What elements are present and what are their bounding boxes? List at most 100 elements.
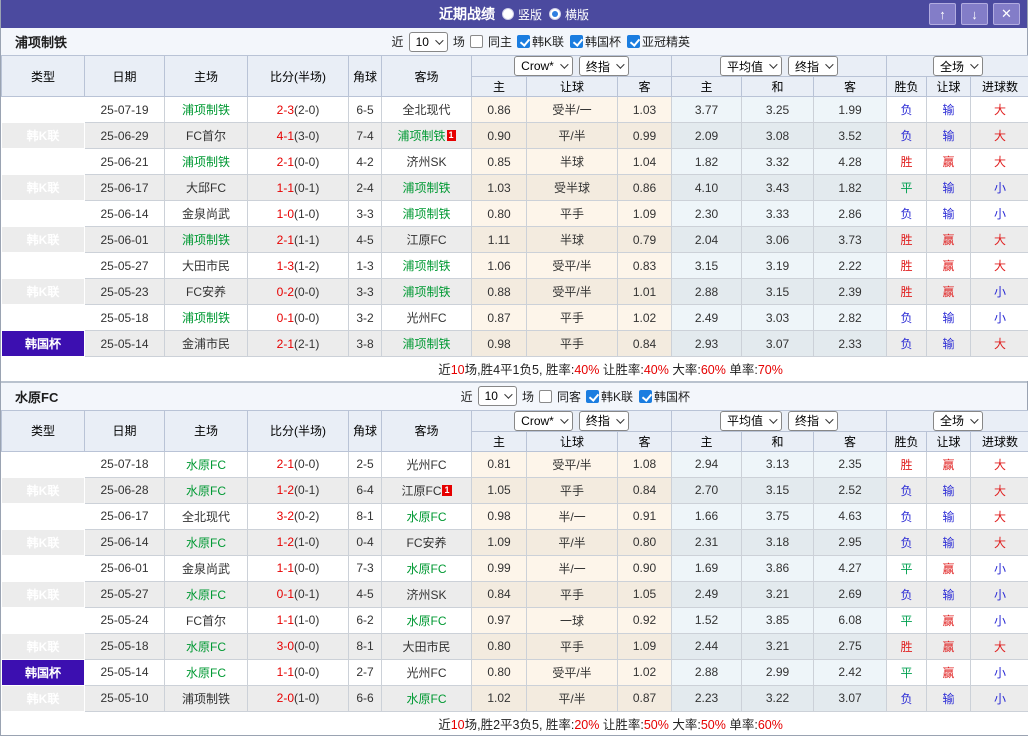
same-venue-checkbox[interactable] (469, 35, 483, 48)
match-row: 韩K联 25-05-24 FC首尔 1-1(1-0) 6-2 水原FC 0.97 一球 0.92… (1, 606, 1028, 634)
league-filter-checkbox[interactable] (638, 389, 652, 403)
bookmaker-select[interactable]: Crow* (514, 56, 573, 76)
league-badge: 韩K联 (1, 174, 85, 201)
result-goals: 大 (970, 502, 1028, 530)
league-filter-checkbox[interactable] (626, 35, 640, 48)
away-odds: 0.87 (617, 684, 672, 712)
league-filter-checkbox[interactable] (569, 35, 583, 48)
avg-home-odds: 1.69 (671, 554, 742, 582)
avg-away-odds: 2.22 (812, 252, 888, 279)
match-row: 韩K联 25-06-21 浦项制铁 2-1(0-0) 4-2 济州SK 0.85 半球 1.04… (1, 148, 1028, 175)
result-wdl: 胜 (886, 148, 928, 175)
away-team: 江原FC (381, 226, 472, 253)
away-odds: 1.01 (617, 278, 672, 305)
home-odds: 0.80 (471, 200, 527, 227)
result-wdl: 负 (886, 304, 928, 331)
league-badge: 韩国杯 (1, 330, 85, 357)
league-filter-checkbox[interactable] (516, 35, 530, 48)
chevron-down-icon (825, 414, 834, 424)
same-venue-checkbox[interactable] (538, 389, 552, 403)
avg-draw-odds: 3.07 (741, 330, 814, 357)
col-type: 类型 (1, 409, 85, 452)
col-odds-away: 客 (617, 430, 672, 452)
col-corner: 角球 (348, 409, 382, 452)
avg-draw-odds: 3.43 (741, 174, 814, 201)
close-button[interactable]: ✕ (993, 3, 1020, 25)
corner-score: 4-2 (348, 148, 382, 175)
match-score: 0-1(0-1) (247, 580, 349, 608)
avg-select[interactable]: 平均值 (719, 56, 782, 76)
league-filter-checkbox[interactable] (585, 389, 599, 403)
home-odds: 0.90 (471, 122, 527, 149)
radio-vertical-icon[interactable] (501, 8, 514, 20)
recent-results-window: 近期战绩 竖版 横版 ↑ ↓ ✕ 浦项制铁 近 10 场 同主 韩K联 韩国杯 … (0, 0, 1028, 736)
league-filter-label: 韩K联 (600, 389, 633, 404)
avg-group-header: 平均值 终指 (670, 409, 888, 432)
result-goals: 大 (970, 122, 1028, 149)
games-count-select[interactable]: 10 (477, 386, 517, 406)
avg-select[interactable]: 平均值 (719, 411, 782, 430)
league-badge: 韩K联 (1, 502, 85, 530)
layout-radio-horizontal[interactable]: 横版 (549, 6, 589, 23)
radio-horizontal-label: 横版 (565, 7, 590, 22)
away-team: 浦项制铁 (381, 252, 472, 279)
home-odds: 0.98 (471, 330, 527, 357)
avg-away-odds: 2.52 (812, 476, 888, 504)
bookmaker-select[interactable]: Crow* (514, 411, 573, 430)
result-wdl: 平 (886, 174, 928, 201)
match-date: 25-05-23 (84, 278, 165, 305)
away-odds: 1.09 (617, 200, 672, 227)
corner-score: 0-4 (348, 528, 382, 556)
home-team: 水原FC (164, 632, 248, 660)
result-group-header: 全场 (886, 55, 1028, 77)
away-team: 浦项制铁 (381, 330, 472, 357)
away-team: 浦项制铁 1 (381, 122, 472, 149)
avg-home-odds: 2.09 (671, 122, 742, 149)
move-up-button[interactable]: ↑ (929, 3, 956, 25)
result-wdl: 负 (886, 476, 928, 504)
result-handicap: 赢 (926, 632, 972, 660)
result-wdl: 胜 (886, 450, 928, 478)
match-row: 韩K联 25-07-19 浦项制铁 2-3(2-0) 6-5 全北现代 0.86 受半/一 1.… (1, 96, 1028, 123)
layout-radio-vertical[interactable]: 竖版 (501, 6, 542, 23)
handicap-line: 受半球 (526, 174, 618, 201)
col-type: 类型 (1, 55, 85, 97)
avg-time-select[interactable]: 终指 (788, 56, 839, 76)
handicap-line: 半/一 (526, 502, 618, 530)
chevron-down-icon (559, 414, 569, 424)
league-badge: 韩K联 (1, 148, 85, 175)
home-team: 水原FC (164, 528, 248, 556)
games-count-select[interactable]: 10 (408, 31, 448, 52)
league-filter-label: 亚冠精英 (641, 35, 690, 49)
corner-score: 2-7 (348, 658, 382, 686)
match-row: 韩K联 25-05-10 浦项制铁 2-0(1-0) 6-6 水原FC 1.02 平/半 0.8… (1, 684, 1028, 712)
home-team: FC安养 (164, 278, 248, 305)
match-score: 1-1(0-0) (247, 658, 349, 686)
chevron-down-icon (559, 60, 569, 69)
match-date: 25-05-14 (84, 330, 165, 357)
match-row: 韩K联 25-06-17 全北现代 3-2(0-2) 8-1 水原FC 0.98 半/一 0.9… (1, 502, 1028, 530)
result-handicap: 输 (926, 580, 972, 608)
match-date: 25-06-01 (84, 554, 165, 582)
league-filter-label: 韩K联 (531, 35, 564, 49)
period-select[interactable]: 全场 (933, 56, 984, 76)
results-table: 类型 日期 主场 比分(半场) 角球 客场 Crow* 终指 平均值 终指 全场… (1, 55, 1028, 381)
titlebar: 近期战绩 竖版 横版 ↑ ↓ ✕ (1, 0, 1027, 28)
result-handicap: 赢 (926, 148, 972, 175)
move-down-button[interactable]: ↓ (961, 3, 988, 25)
match-date: 25-05-14 (84, 658, 165, 686)
handicap-line: 平手 (526, 330, 618, 357)
odds-time-select[interactable]: 终指 (578, 411, 629, 430)
avg-time-select[interactable]: 终指 (788, 411, 839, 430)
result-wdl: 平 (886, 658, 928, 686)
radio-horizontal-icon[interactable] (549, 8, 561, 20)
match-score: 1-3(1-2) (247, 252, 349, 279)
avg-draw-odds: 3.21 (741, 632, 814, 660)
result-wdl: 胜 (886, 632, 928, 660)
period-select[interactable]: 全场 (933, 411, 984, 430)
avg-away-odds: 3.73 (812, 226, 888, 253)
col-corner: 角球 (348, 55, 382, 97)
match-score: 2-3(2-0) (247, 96, 349, 123)
odds-time-select[interactable]: 终指 (578, 56, 629, 76)
result-goals: 小 (970, 580, 1028, 608)
